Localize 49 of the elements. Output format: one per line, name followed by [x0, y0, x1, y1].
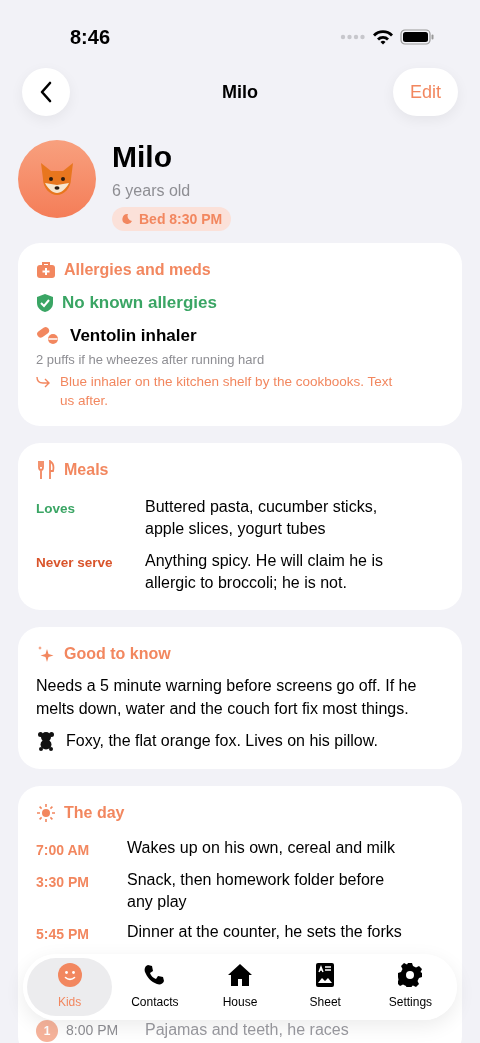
section-title: Allergies and meds	[64, 260, 211, 280]
house-icon	[228, 963, 252, 987]
battery-icon	[400, 29, 434, 45]
return-arrow-icon	[36, 375, 50, 388]
schedule-text: Dinner at the counter, he sets the forks	[127, 921, 402, 942]
tab-item[interactable]: Sheet	[282, 958, 368, 1016]
step-badge: 1	[36, 1019, 58, 1042]
pills-icon	[36, 325, 60, 346]
med-name: Ventolin inhaler	[70, 324, 197, 347]
shield-check-icon	[36, 292, 54, 313]
schedule-time: 5:45 PM	[36, 924, 90, 944]
phone-icon	[142, 963, 167, 987]
meal-label: Loves	[36, 499, 77, 518]
bedtime-text: Bed 8:30 PM	[139, 209, 223, 229]
section-title: Meals	[64, 459, 109, 480]
fork-knife-icon	[36, 459, 56, 480]
sun-icon	[36, 802, 56, 823]
schedule-time: 7:00 AM	[36, 840, 91, 860]
age-text: 6 years old	[112, 181, 191, 201]
schedule-time: 3:30 PM	[36, 872, 90, 892]
section-title: The day	[64, 802, 125, 823]
status-time: 8:46	[70, 25, 111, 50]
back-button[interactable]	[22, 68, 70, 116]
schedule-text: Wakes up on his own, cereal and milk	[127, 837, 395, 858]
smiley-face-icon	[57, 963, 82, 987]
moon-icon	[121, 213, 133, 225]
section-title: Good to know	[64, 643, 171, 664]
teddy-bear-icon	[36, 730, 56, 751]
tab-item[interactable]: Contacts	[112, 958, 198, 1016]
settings-icon	[398, 963, 423, 987]
back-chevron-icon	[39, 81, 53, 103]
medical-kit-icon	[36, 260, 56, 280]
allergy-status: No known allergies	[62, 292, 217, 314]
comfort-item-text: Foxy, the flat orange fox. Lives on his pillow.	[66, 730, 378, 751]
wifi-icon	[372, 29, 394, 45]
profile-name: Milo	[112, 140, 172, 174]
meal-label: Never serve	[36, 553, 114, 572]
nav-title: Milo	[222, 80, 258, 104]
meal-text: Anything spicy. He will claim he is allergic to broccoli; he is not.	[145, 550, 384, 593]
tab-item[interactable]: Settings	[367, 958, 453, 1016]
med-note: Blue inhaler on the kitchen shelf by the cookbooks. Text us after.	[60, 372, 394, 410]
med-dose: 2 puffs if he wheezes after running hard	[36, 351, 266, 369]
schedule-time: 8:00 PM	[66, 1021, 119, 1040]
cellular-signal-icon	[340, 34, 366, 40]
schedule-text: Pajamas and teeth, he races	[145, 1019, 349, 1040]
meal-text: Buttered pasta, cucumber sticks, apple slices, yogurt tubes	[145, 496, 379, 539]
good-to-know-text: Needs a 5 minute warning before screens go off. If he melts down, water and the couch fort fix most things.	[36, 675, 418, 719]
schedule-text: Snack, then homework folder before any play	[127, 869, 386, 912]
tab-item[interactable]: House	[197, 958, 283, 1016]
